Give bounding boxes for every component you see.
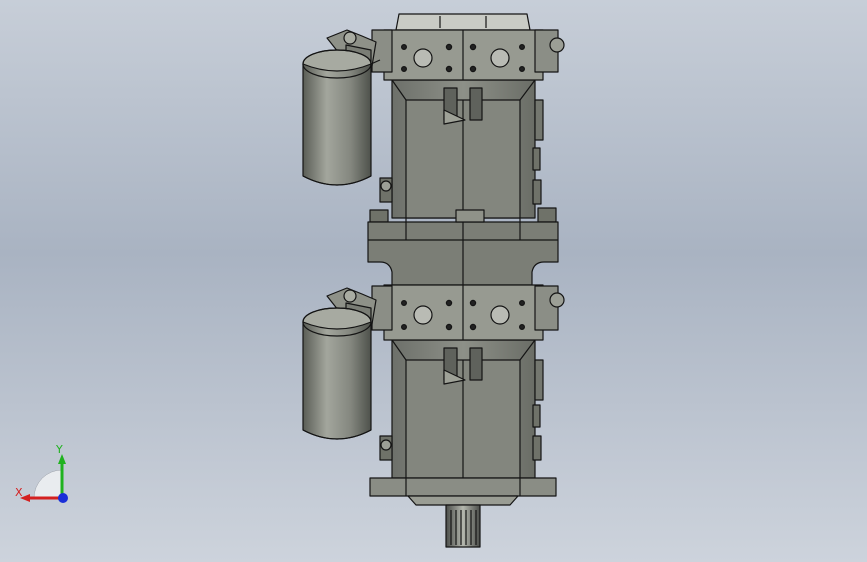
coordinate-triad: Y X (15, 443, 68, 503)
splined-drive-shaft (445, 504, 481, 548)
middle-adapter (367, 209, 559, 286)
top-cap (395, 13, 531, 31)
cad-viewport[interactable]: Y X (0, 0, 867, 562)
lower-pump-section (369, 284, 565, 506)
z-axis-dot (58, 493, 68, 503)
lower-filter-canister (302, 287, 377, 440)
upper-filter-canister (302, 29, 381, 186)
triad-plane-shading (33, 469, 63, 499)
upper-pump-section (369, 29, 565, 223)
pump-assembly-model[interactable] (0, 0, 867, 562)
x-axis-label: X (15, 486, 23, 499)
y-axis-label: Y (55, 443, 63, 456)
